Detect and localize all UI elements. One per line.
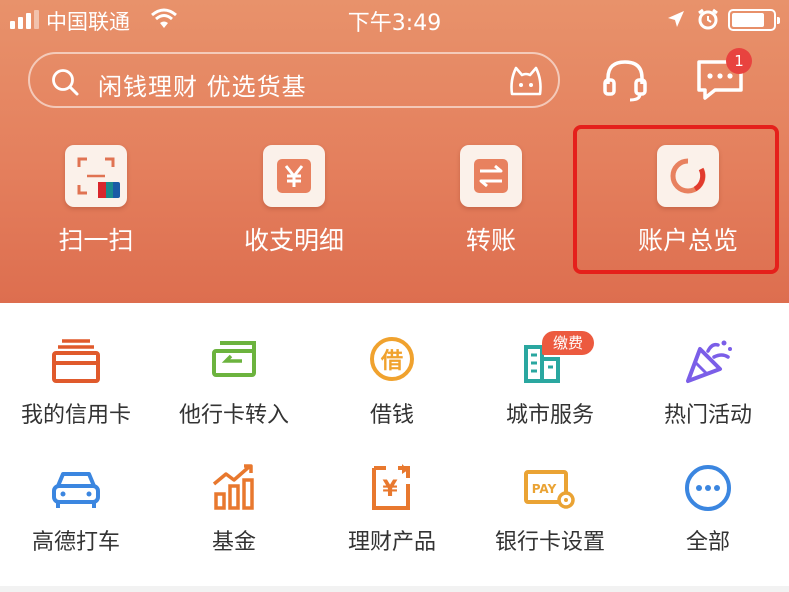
highlight-box <box>573 125 779 274</box>
service-label: 他行卡转入 <box>178 403 289 428</box>
pay-card-icon: PAY <box>520 460 580 516</box>
service-label: 基金 <box>211 530 256 555</box>
battery-icon <box>728 9 780 31</box>
card-transfer-icon <box>204 333 264 389</box>
service-label: 热门活动 <box>663 403 752 428</box>
svg-text:¥: ¥ <box>382 477 398 502</box>
search-placeholder[interactable]: 闲钱理财 优选货基 <box>98 67 307 102</box>
other-bank-transfer-item[interactable]: 他行卡转入 <box>155 333 313 429</box>
credit-card-icon <box>46 333 106 389</box>
borrow-item[interactable]: 借 借钱 <box>313 333 471 429</box>
service-label: 全部 <box>685 530 730 555</box>
service-label: 高德打车 <box>31 530 120 555</box>
city-services-item[interactable]: 缴费 城市服务 <box>471 331 629 429</box>
alarm-icon <box>697 8 719 34</box>
my-credit-card-item[interactable]: 我的信用卡 <box>0 333 155 429</box>
service-label: 城市服务 <box>505 403 594 428</box>
payment-badge: 缴费 <box>542 331 594 355</box>
voice-assistant-icon[interactable] <box>506 62 546 104</box>
svg-text:PAY: PAY <box>532 482 557 496</box>
bank-card-settings-item[interactable]: PAY 银行卡设置 <box>471 460 629 556</box>
search-icon <box>50 67 80 101</box>
divider <box>0 586 789 592</box>
hot-events-item[interactable]: 热门活动 <box>629 333 787 429</box>
customer-service-icon[interactable] <box>600 54 650 108</box>
scan-icon <box>65 145 127 207</box>
service-label: 理财产品 <box>347 530 436 555</box>
fund-chart-icon <box>204 460 264 516</box>
message-badge: 1 <box>726 48 752 74</box>
service-label: 银行卡设置 <box>494 530 605 555</box>
svg-text:借: 借 <box>380 349 403 374</box>
more-icon <box>678 460 738 516</box>
quick-action-label: 转账 <box>465 226 516 255</box>
party-icon <box>678 333 738 389</box>
car-icon <box>46 460 106 516</box>
borrow-icon: 借 <box>362 333 422 389</box>
fund-item[interactable]: 基金 <box>155 460 313 556</box>
service-label: 借钱 <box>369 403 414 428</box>
transfer-icon <box>460 145 522 207</box>
quick-action-label: 收支明细 <box>243 226 344 255</box>
header-banner: 中国联通 下午3:49 闲钱理财 优选货基 1 扫一扫 收支明细 转账 账户总览 <box>0 0 789 303</box>
service-label: 我的信用卡 <box>20 403 131 428</box>
yen-icon <box>263 145 325 207</box>
all-services-item[interactable]: 全部 <box>629 460 787 556</box>
city-icon: 缴费 <box>520 331 594 389</box>
quick-action-label: 扫一扫 <box>58 226 134 255</box>
income-expense-button[interactable]: 收支明细 <box>224 145 364 257</box>
transfer-button[interactable]: 转账 <box>421 145 561 257</box>
wealth-icon: ¥ <box>362 460 422 516</box>
location-icon <box>666 9 686 33</box>
amap-taxi-item[interactable]: 高德打车 <box>0 460 155 556</box>
status-bar: 中国联通 下午3:49 <box>0 0 789 40</box>
search-bar[interactable]: 闲钱理财 优选货基 <box>28 52 560 108</box>
scan-button[interactable]: 扫一扫 <box>26 145 166 257</box>
wealth-products-item[interactable]: ¥ 理财产品 <box>313 460 471 556</box>
